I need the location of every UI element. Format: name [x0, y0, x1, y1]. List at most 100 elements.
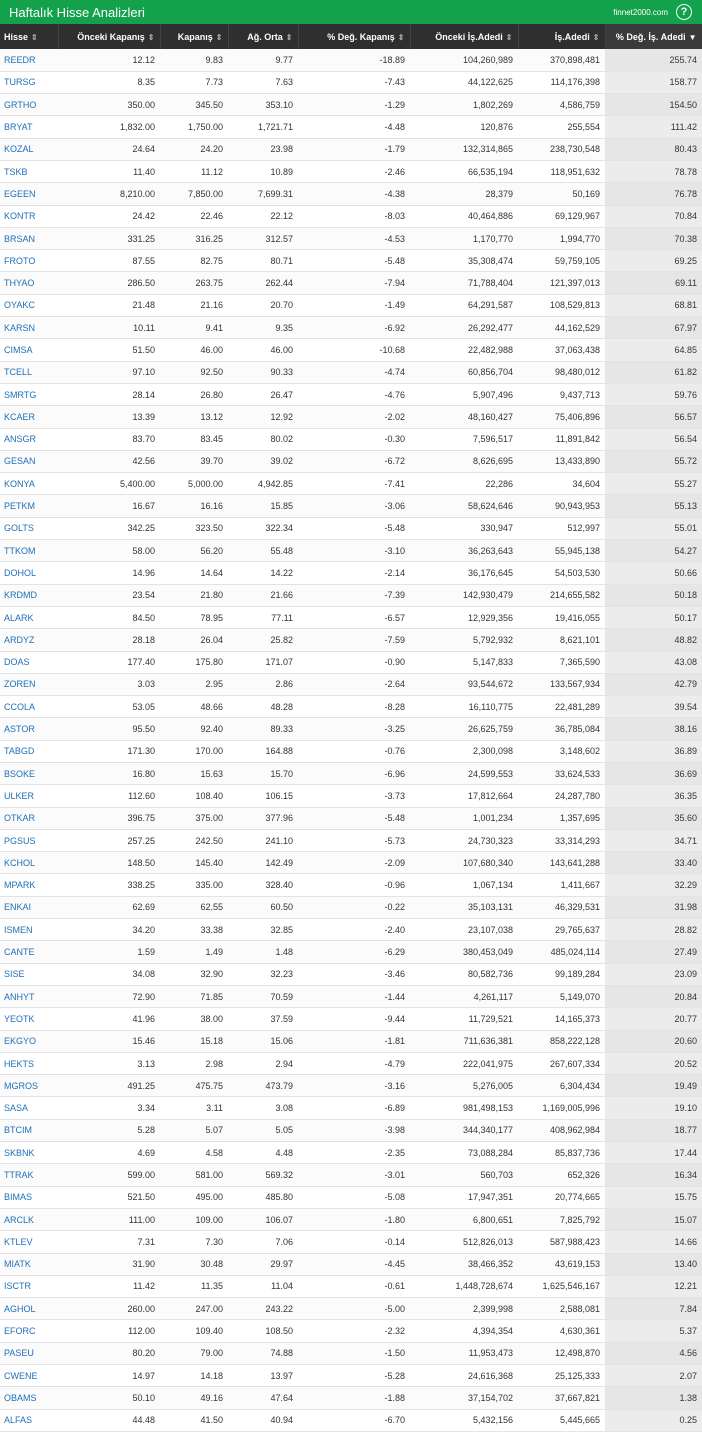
stock-symbol-link[interactable]: EKGYO	[0, 1030, 58, 1053]
table-cell: 5,276,005	[410, 1074, 518, 1098]
stock-symbol-link[interactable]: PGSUS	[0, 829, 58, 853]
column-header[interactable]: Hisse ⇕	[0, 24, 59, 49]
stock-symbol-link[interactable]: GESAN	[0, 450, 58, 474]
stock-symbol-link[interactable]: SMRTG	[0, 383, 58, 407]
stock-symbol-link[interactable]: KRDMD	[0, 584, 58, 607]
stock-symbol-link[interactable]: MGROS	[0, 1074, 58, 1098]
table-cell: 26,292,477	[410, 316, 518, 340]
stock-symbol-link[interactable]: BTCIM	[0, 1119, 58, 1143]
stock-symbol-link[interactable]: BIMAS	[0, 1186, 58, 1209]
stock-symbol-link[interactable]: SASA	[0, 1096, 58, 1120]
table-cell: 33,624,533	[518, 762, 605, 786]
stock-symbol-link[interactable]: ARCLK	[0, 1208, 58, 1232]
stock-symbol-link[interactable]: GOLTS	[0, 517, 58, 541]
column-header[interactable]: Önceki Kapanış ⇕	[58, 24, 161, 49]
sort-icon[interactable]: ⇕	[593, 33, 600, 42]
stock-symbol-link[interactable]: KONYA	[0, 472, 58, 496]
stock-symbol-link[interactable]: ULKER	[0, 784, 58, 808]
stock-symbol-link[interactable]: TURSG	[0, 71, 58, 95]
stock-symbol-link[interactable]: ISMEN	[0, 918, 58, 942]
stock-symbol-link[interactable]: SKBNK	[0, 1141, 58, 1165]
column-header[interactable]: % Değ. İş. Adedi ▼	[605, 24, 702, 49]
sort-icon[interactable]: ⇕	[31, 33, 38, 42]
stock-symbol-link[interactable]: KARSN	[0, 316, 58, 340]
table-cell: 59.76	[605, 383, 702, 407]
stock-symbol-link[interactable]: KCHOL	[0, 851, 58, 875]
table-cell: 2.94	[228, 1052, 298, 1076]
stock-symbol-link[interactable]: CANTE	[0, 940, 58, 964]
stock-symbol-link[interactable]: AGHOL	[0, 1297, 58, 1321]
stock-symbol-link[interactable]: YEOTK	[0, 1007, 58, 1031]
stock-symbol-link[interactable]: ISCTR	[0, 1275, 58, 1299]
stock-symbol-link[interactable]: FROTO	[0, 249, 58, 273]
stock-symbol-link[interactable]: DOHOL	[0, 561, 58, 585]
stock-symbol-link[interactable]: TTKOM	[0, 539, 58, 563]
stock-symbol-link[interactable]: REEDR	[0, 49, 58, 72]
table-cell: 74.88	[228, 1342, 298, 1366]
column-header[interactable]: % Değ. Kapanış ⇕	[298, 24, 411, 49]
stock-symbol-link[interactable]: TTRAK	[0, 1163, 58, 1187]
stock-symbol-link[interactable]: HEKTS	[0, 1052, 58, 1076]
column-header[interactable]: Önceki İş.Adedi ⇕	[410, 24, 519, 49]
stock-symbol-link[interactable]: ASTOR	[0, 717, 58, 741]
column-header[interactable]: İş.Adedi ⇕	[518, 24, 606, 49]
stock-symbol-link[interactable]: OBAMS	[0, 1386, 58, 1410]
stock-symbol-link[interactable]: CCOLA	[0, 695, 58, 719]
sort-icon[interactable]: ⇕	[506, 33, 513, 42]
stock-symbol-link[interactable]: CIMSA	[0, 338, 58, 362]
stock-symbol-link[interactable]: TCELL	[0, 361, 58, 384]
stock-symbol-link[interactable]: KTLEV	[0, 1230, 58, 1254]
stock-symbol-link[interactable]: MPARK	[0, 873, 58, 897]
brand-link[interactable]: finnet2000.com	[613, 8, 668, 17]
table-cell: 11,729,521	[410, 1007, 518, 1031]
table-cell: 36,176,645	[410, 561, 518, 585]
stock-symbol-link[interactable]: MIATK	[0, 1253, 58, 1276]
column-header[interactable]: Kapanış ⇕	[160, 24, 229, 49]
stock-symbol-link[interactable]: KONTR	[0, 205, 58, 228]
stock-symbol-link[interactable]: EGEEN	[0, 182, 58, 206]
stock-symbol-link[interactable]: GRTHO	[0, 93, 58, 117]
stock-symbol-link[interactable]: THYAO	[0, 271, 58, 295]
table-cell: 28.14	[58, 383, 160, 407]
table-cell: 28,379	[410, 182, 518, 206]
stock-symbol-link[interactable]: EFORC	[0, 1319, 58, 1343]
stock-symbol-link[interactable]: ZOREN	[0, 673, 58, 697]
sort-icon[interactable]: ⇕	[286, 33, 293, 42]
stock-symbol-link[interactable]: ALFAS	[0, 1409, 58, 1432]
stock-symbol-link[interactable]: TABGD	[0, 740, 58, 764]
stock-symbol-link[interactable]: ENKAI	[0, 896, 58, 920]
column-header[interactable]: Ağ. Orta ⇕	[228, 24, 299, 49]
stock-symbol-link[interactable]: KOZAL	[0, 138, 58, 161]
stock-symbol-link[interactable]: ANHYT	[0, 985, 58, 1009]
column-header-label: Ağ. Orta	[247, 31, 283, 42]
stock-symbol-link[interactable]: OTKAR	[0, 807, 58, 830]
stock-symbol-link[interactable]: CWENE	[0, 1364, 58, 1388]
table-cell: -2.02	[298, 405, 410, 429]
table-cell: 328.40	[228, 873, 298, 897]
sort-icon[interactable]: ▼	[689, 33, 697, 42]
stock-symbol-link[interactable]: BSOKE	[0, 762, 58, 786]
stock-symbol-link[interactable]: BRYAT	[0, 115, 58, 139]
stock-symbol-link[interactable]: SISE	[0, 963, 58, 986]
table-cell: 44,162,529	[518, 316, 605, 340]
table-row: ANHYT 72.90 71.85 70.59 -1.44 4,261,117 5,149,…	[0, 985, 702, 1009]
sort-icon[interactable]: ⇕	[148, 33, 155, 42]
help-icon[interactable]: ?	[676, 4, 692, 20]
stock-symbol-link[interactable]: ALARK	[0, 606, 58, 630]
stock-symbol-link[interactable]: TSKB	[0, 160, 58, 184]
table-cell: 323.50	[160, 517, 228, 541]
stock-symbol-link[interactable]: PETKM	[0, 494, 58, 518]
stock-symbol-link[interactable]: DOAS	[0, 651, 58, 674]
stock-symbol-link[interactable]: BRSAN	[0, 227, 58, 251]
stock-symbol-link[interactable]: ANSGR	[0, 428, 58, 451]
stock-symbol-link[interactable]: OYAKC	[0, 294, 58, 318]
table-cell: 34.20	[58, 918, 160, 942]
stock-symbol-link[interactable]: ARDYZ	[0, 628, 58, 652]
table-cell: 5,400.00	[58, 472, 160, 496]
sort-icon[interactable]: ⇕	[216, 33, 223, 42]
stock-symbol-link[interactable]: PASEU	[0, 1342, 58, 1366]
sort-icon[interactable]: ⇕	[398, 33, 405, 42]
table-cell: 44,122,625	[410, 71, 518, 95]
table-cell: 104,260,989	[410, 49, 518, 72]
stock-symbol-link[interactable]: KCAER	[0, 405, 58, 429]
